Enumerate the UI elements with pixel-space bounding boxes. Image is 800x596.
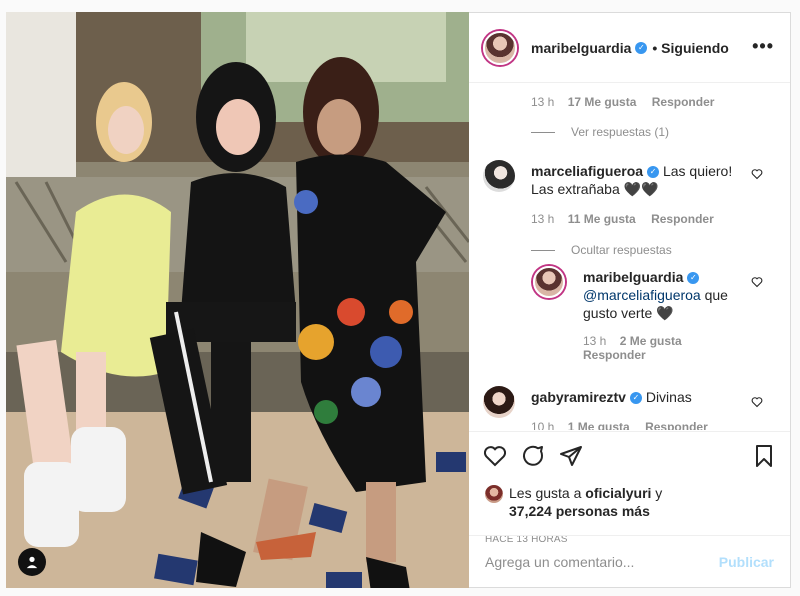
comment-author[interactable]: marceliafigueroa <box>531 163 643 179</box>
share-icon[interactable] <box>559 444 583 468</box>
comment-author[interactable]: gabyramireztv <box>531 389 626 405</box>
comment-meta: 10 h 1 Me gusta Responder <box>531 420 708 430</box>
reply-button[interactable]: Responder <box>652 95 715 109</box>
reply-button[interactable]: Responder <box>583 348 646 362</box>
likes-count[interactable]: 37,224 personas más <box>509 503 650 519</box>
like-comment-icon[interactable] <box>751 168 763 180</box>
thread-line <box>531 131 555 133</box>
reply-likes[interactable]: 2 Me gusta <box>620 334 682 348</box>
comment-time: 10 h <box>531 420 555 430</box>
liker-username[interactable]: oficialyuri <box>585 485 651 501</box>
likes-text: Les gusta a oficialyuri y 37,224 persona… <box>509 484 662 520</box>
like-comment-icon[interactable] <box>751 396 763 408</box>
comment-likes[interactable]: 17 Me gusta <box>568 95 637 109</box>
hide-replies-button[interactable]: Ocultar respuestas <box>531 243 672 257</box>
reply-meta: 13 h 2 Me gusta Responder <box>583 334 693 362</box>
hide-replies-label: Ocultar respuestas <box>571 243 672 257</box>
verified-icon: ✓ <box>647 166 660 179</box>
comment-text: Divinas <box>645 389 692 405</box>
verified-icon: ✓ <box>687 272 700 285</box>
likes-prefix: Les gusta a <box>509 485 586 501</box>
comment-meta: 13 h 11 Me gusta Responder <box>531 212 714 226</box>
comment-body: gabyramireztv ✓ Divinas <box>531 388 751 406</box>
view-replies-label: Ver respuestas (1) <box>571 125 670 139</box>
user-tag-icon <box>26 556 38 569</box>
reply-author[interactable]: maribelguardia <box>583 269 683 285</box>
author-avatar[interactable] <box>483 30 517 65</box>
post-header: maribelguardia ✓ • Siguiendo ••• <box>469 13 790 83</box>
reply-button[interactable]: Responder <box>645 420 708 430</box>
post-sidebar: maribelguardia ✓ • Siguiendo ••• 13 h 17… <box>469 12 791 588</box>
like-reply-icon[interactable] <box>751 276 763 288</box>
comments-list[interactable]: 13 h 17 Me gusta Responder Ver respuesta… <box>469 84 790 430</box>
author-username[interactable]: maribelguardia <box>531 40 631 56</box>
reply-button[interactable]: Responder <box>651 212 714 226</box>
more-options-icon[interactable]: ••• <box>752 37 774 55</box>
likes-summary[interactable]: Les gusta a oficialyuri y 37,224 persona… <box>485 484 662 520</box>
post-image <box>6 12 469 588</box>
heart-icon[interactable] <box>483 444 507 468</box>
comment-body: marceliafigueroa ✓ Las quiero! Las extrañ… <box>531 162 751 198</box>
reply-time: 13 h <box>583 334 607 348</box>
view-replies-button[interactable]: Ver respuestas (1) <box>531 125 669 139</box>
follow-status[interactable]: • Siguiendo <box>652 40 728 56</box>
add-comment-bar: Publicar <box>469 535 790 587</box>
comment-likes[interactable]: 1 Me gusta <box>568 420 630 430</box>
comment-time: 13 h <box>531 95 555 109</box>
bookmark-icon[interactable] <box>752 444 776 468</box>
thread-line <box>531 249 555 251</box>
reply-body: maribelguardia ✓ @marceliafigueroa que gu… <box>583 268 743 322</box>
post-actions: Les gusta a oficialyuri y 37,224 persona… <box>469 431 790 545</box>
liker-avatar <box>485 485 503 503</box>
likes-suffix: y <box>651 485 663 501</box>
user-tag-button[interactable] <box>18 548 46 576</box>
commenter-avatar[interactable] <box>483 386 515 418</box>
verified-icon: ✓ <box>629 392 642 405</box>
comment-likes[interactable]: 11 Me gusta <box>568 212 636 226</box>
comment-meta: 13 h 17 Me gusta Responder <box>531 95 714 109</box>
publish-button[interactable]: Publicar <box>719 554 774 570</box>
comment-icon[interactable] <box>521 444 545 468</box>
reply-author-avatar[interactable] <box>533 266 565 298</box>
commenter-avatar[interactable] <box>483 160 515 192</box>
verified-icon: ✓ <box>635 41 648 54</box>
comment-time: 13 h <box>531 212 555 226</box>
comment-input[interactable] <box>485 553 719 570</box>
post-photo[interactable] <box>6 12 469 588</box>
reply-mention[interactable]: @marceliafigueroa <box>583 287 701 303</box>
